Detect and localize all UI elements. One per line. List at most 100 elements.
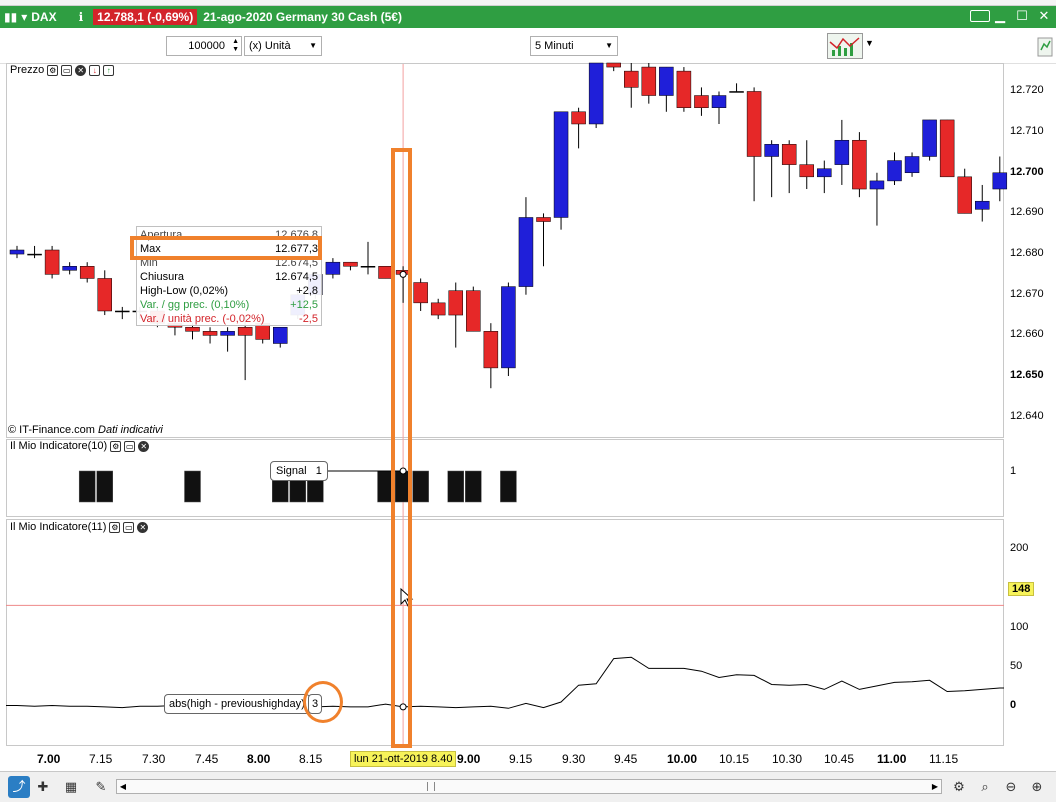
candle-body xyxy=(676,70,692,108)
x-axis-label: 9.30 xyxy=(562,752,586,766)
chart-settings-icon[interactable]: ⚙ xyxy=(950,778,968,796)
candle-body xyxy=(975,200,990,210)
candle-body xyxy=(571,111,586,125)
candle-body xyxy=(764,144,779,157)
x-axis-label: 10.30 xyxy=(772,752,803,766)
candle-body xyxy=(185,326,200,332)
candle-body xyxy=(44,249,60,275)
zoom-reset-icon[interactable]: ⌕ xyxy=(976,778,994,796)
share-icon[interactable]: ⤴ xyxy=(8,776,30,798)
candle-body xyxy=(694,95,709,108)
signal-bar xyxy=(412,470,429,503)
indicator2-y-label-100: 100 xyxy=(1010,621,1029,633)
candle-body xyxy=(729,91,744,93)
window-icon[interactable]: ▭ xyxy=(123,521,135,533)
candle-body xyxy=(711,95,727,108)
price-y-label: 12.710 xyxy=(1010,125,1044,138)
drawing-tools-icon[interactable]: ✎ xyxy=(92,778,110,796)
candle-body xyxy=(869,180,885,190)
candle-body xyxy=(237,326,253,336)
close-panel-icon[interactable]: ✕ xyxy=(137,521,149,533)
candle-body xyxy=(430,302,446,316)
x-axis-label: 7.45 xyxy=(195,752,219,766)
credit-note: Dati indicativi xyxy=(98,424,163,436)
candle-body xyxy=(413,282,428,304)
calculator-icon[interactable]: ▦ xyxy=(62,778,80,796)
candle-body xyxy=(746,91,762,157)
chart-canvas[interactable] xyxy=(0,0,1056,802)
x-axis-label: 9.15 xyxy=(509,752,533,766)
candle-body xyxy=(957,176,972,214)
annotation-cursor-column xyxy=(391,148,412,748)
credit-source: © IT-Finance.com xyxy=(8,424,95,436)
indicator2-y-label-0: 0 xyxy=(1010,699,1017,711)
tooltip-row-var-day: Var. / gg prec. (0,10%) +12,5 xyxy=(140,299,318,311)
arrow-up-icon[interactable]: ↑ xyxy=(103,64,115,76)
wrench-icon[interactable]: ⚙ xyxy=(109,521,121,533)
candle-body xyxy=(817,168,832,178)
candle-body xyxy=(887,160,902,182)
signal-bar xyxy=(96,470,113,503)
candle-body xyxy=(641,66,657,96)
scrollbar-thumb[interactable] xyxy=(427,782,435,791)
x-axis-label: 7.15 xyxy=(89,752,113,766)
tooltip-row-highlow: High-Low (0,02%) +2,8 xyxy=(140,285,318,297)
wrench-icon[interactable]: ⚙ xyxy=(47,64,59,76)
signal-bar xyxy=(447,470,464,503)
x-axis-label: 7.30 xyxy=(142,752,166,766)
signal-bar xyxy=(500,470,517,503)
candle-body xyxy=(360,266,376,268)
wrench-icon[interactable]: ⚙ xyxy=(110,440,122,452)
candle-body xyxy=(448,290,463,316)
x-axis-label: 9.45 xyxy=(614,752,638,766)
zoom-out-icon[interactable]: ⊖ xyxy=(1002,778,1020,796)
candle-body xyxy=(588,62,604,125)
price-panel-header: Prezzo ⚙ ▭ ✕ ↓ ↑ xyxy=(8,64,117,76)
candle-body xyxy=(325,261,341,275)
x-axis-label: 10.00 xyxy=(667,752,698,766)
price-panel-title: Prezzo xyxy=(10,64,45,76)
candle-body xyxy=(518,217,534,287)
candle-body xyxy=(97,278,112,312)
price-y-label: 12.720 xyxy=(1010,84,1044,97)
indicator1-title: Il Mio Indicatore(10) xyxy=(10,440,108,452)
scroll-left-arrow-icon[interactable]: ◀ xyxy=(117,780,129,793)
scroll-right-arrow-icon[interactable]: ▶ xyxy=(929,780,941,793)
tooltip-row-close: Chiusura 12.674,5 xyxy=(140,271,318,283)
candle-body xyxy=(799,164,814,178)
candle-body xyxy=(501,286,516,369)
zoom-in-icon[interactable]: ⊕ xyxy=(1028,778,1046,796)
candle-body xyxy=(483,331,499,369)
candle-body xyxy=(904,156,920,174)
data-credit: © IT-Finance.com Dati indicativi xyxy=(8,424,163,436)
indicator2-title: Il Mio Indicatore(11) xyxy=(10,521,107,533)
candle-body xyxy=(553,111,569,218)
indicator2-y-label-50: 50 xyxy=(1010,660,1023,672)
arrow-down-icon[interactable]: ↓ xyxy=(89,64,101,76)
price-y-label: 12.670 xyxy=(1010,287,1044,300)
candle-body xyxy=(79,266,95,279)
indicator2-y-label-200: 200 xyxy=(1010,542,1029,554)
x-axis-label: 11.00 xyxy=(877,752,907,766)
cursor-tool-icon[interactable]: ✚ xyxy=(34,778,52,796)
signal-bar xyxy=(184,470,201,503)
price-y-label: 12.700 xyxy=(1010,165,1044,178)
window-icon[interactable]: ▭ xyxy=(61,64,73,76)
x-axis-label: 9.00 xyxy=(457,752,481,766)
signal-bar xyxy=(465,470,482,503)
candle-body xyxy=(624,70,639,88)
close-panel-icon[interactable]: ✕ xyxy=(75,64,87,76)
window-icon[interactable]: ▭ xyxy=(124,440,136,452)
tooltip-row-var-unit: Var. / unità prec. (-0,02%) -2,5 xyxy=(140,313,318,325)
formula-label-box: abs(high - previoushighday) xyxy=(164,694,310,714)
horizontal-scrollbar[interactable]: ◀ ▶ xyxy=(116,779,942,794)
price-y-label: 12.690 xyxy=(1010,206,1044,219)
candle-body xyxy=(9,249,25,255)
signal-value: 1 xyxy=(315,465,322,477)
candle-body xyxy=(115,310,130,313)
signal-bar xyxy=(78,470,96,503)
candle-body xyxy=(273,326,288,344)
candle-body xyxy=(939,119,955,178)
close-panel-icon[interactable]: ✕ xyxy=(138,440,150,452)
indicator2-header: Il Mio Indicatore(11) ⚙ ▭ ✕ xyxy=(8,521,151,533)
